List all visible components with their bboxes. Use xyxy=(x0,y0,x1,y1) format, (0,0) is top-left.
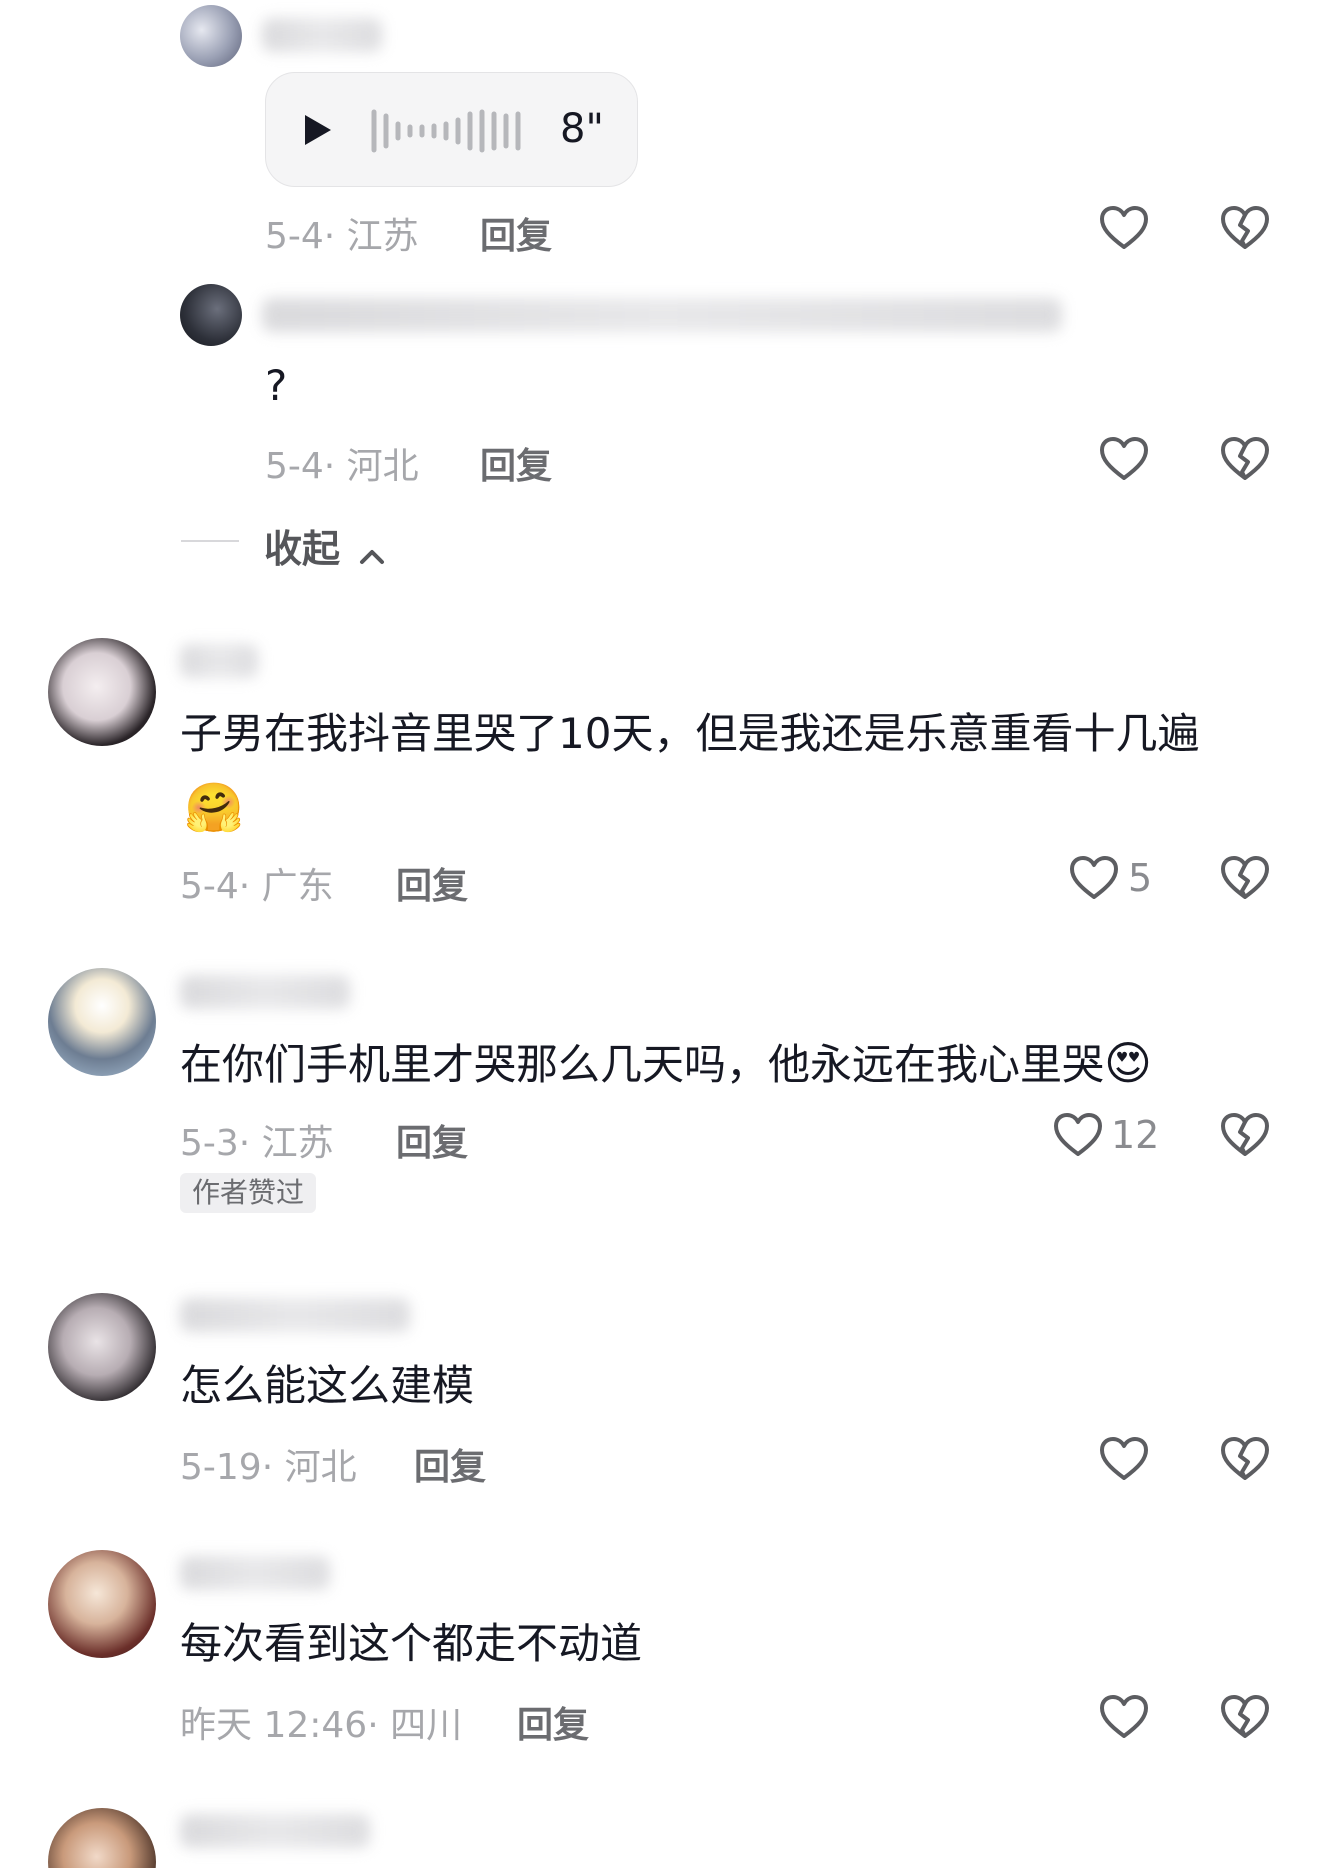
collapse-divider xyxy=(181,540,239,542)
heart-icon[interactable] xyxy=(1096,1431,1152,1487)
comment-text: 怎么能这么建模 xyxy=(180,1361,475,1410)
comment-text: ? xyxy=(265,361,288,410)
avatar[interactable] xyxy=(48,968,156,1076)
comment-date-location: 5-4· 广东 xyxy=(180,866,334,907)
comment-text: 子男在我抖音里哭了10天，但是我还是乐意重看十几遍 xyxy=(180,709,1200,758)
username-blurred[interactable] xyxy=(262,18,382,52)
comment-date-location: 5-3· 江苏 xyxy=(180,1123,334,1164)
avatar[interactable] xyxy=(48,1808,156,1868)
like-count: 5 xyxy=(1128,856,1153,900)
avatar[interactable] xyxy=(48,1550,156,1658)
heart-icon[interactable] xyxy=(1096,200,1152,256)
waveform-icon xyxy=(370,106,532,160)
heart-icon[interactable] xyxy=(1050,1107,1106,1163)
play-icon[interactable] xyxy=(303,113,333,151)
heart-eyes-emoji: 😍 xyxy=(1104,1036,1152,1090)
reply-button[interactable]: 回复 xyxy=(396,1114,468,1166)
reply-button[interactable]: 回复 xyxy=(480,207,552,259)
username-blurred[interactable] xyxy=(180,1556,330,1590)
comment-text: 在你们手机里才哭那么几天吗，他永远在我心里哭😍 xyxy=(180,1035,1152,1093)
avatar[interactable] xyxy=(180,284,242,346)
heart-icon[interactable] xyxy=(1096,1689,1152,1745)
heart-icon[interactable] xyxy=(1066,850,1122,906)
username-blurred[interactable] xyxy=(262,298,1062,332)
chevron-up-icon xyxy=(359,530,385,574)
comment-text-content: 在你们手机里才哭那么几天吗，他永远在我心里哭 xyxy=(180,1040,1105,1089)
like-count: 12 xyxy=(1111,1113,1160,1157)
comment-list: 8" 5-4· 江苏 回复 ? 5-4· 河北 回复 收起 子男在我抖音里哭了1… xyxy=(0,0,1320,1868)
broken-heart-icon[interactable] xyxy=(1217,431,1273,487)
username-blurred[interactable] xyxy=(180,1814,370,1848)
voice-duration: 8" xyxy=(560,106,604,152)
avatar[interactable] xyxy=(48,1293,156,1401)
comment-date-location: 昨天 12:46· 四川 xyxy=(180,1705,463,1746)
reply-button[interactable]: 回复 xyxy=(480,437,552,489)
broken-heart-icon[interactable] xyxy=(1217,1689,1273,1745)
collapse-label: 收起 xyxy=(264,527,341,571)
comment-date-location: 5-4· 江苏 xyxy=(265,216,419,257)
username-blurred[interactable] xyxy=(180,975,350,1009)
avatar[interactable] xyxy=(180,5,242,67)
collapse-replies-button[interactable]: 收起 xyxy=(264,518,385,574)
reply-button[interactable]: 回复 xyxy=(517,1696,589,1748)
broken-heart-icon[interactable] xyxy=(1217,200,1273,256)
comment-text: 每次看到这个都走不动道 xyxy=(180,1619,643,1668)
username-blurred[interactable] xyxy=(180,644,258,678)
reply-button[interactable]: 回复 xyxy=(396,857,468,909)
reply-button[interactable]: 回复 xyxy=(414,1438,486,1490)
avatar[interactable] xyxy=(48,638,156,746)
broken-heart-icon[interactable] xyxy=(1217,1431,1273,1487)
broken-heart-icon[interactable] xyxy=(1217,850,1273,906)
hug-emoji: 🤗 xyxy=(184,780,244,836)
broken-heart-icon[interactable] xyxy=(1217,1107,1273,1163)
username-blurred[interactable] xyxy=(180,1298,410,1332)
comment-date-location: 5-4· 河北 xyxy=(265,446,419,487)
author-liked-badge: 作者赞过 xyxy=(180,1173,317,1213)
heart-icon[interactable] xyxy=(1096,431,1152,487)
comment-date-location: 5-19· 河北 xyxy=(180,1447,357,1488)
